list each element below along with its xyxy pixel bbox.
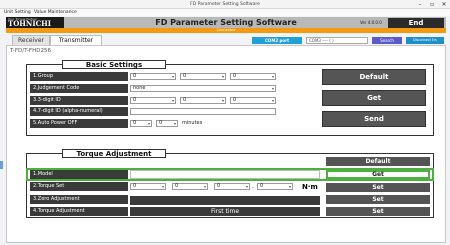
torque-adjustment-label: 4.Torque Adjustment — [30, 207, 128, 216]
version-label: Ver 4.0.0.0 — [360, 20, 382, 25]
minutes-unit: minutes — [182, 120, 203, 126]
decimal-point: . — [252, 183, 254, 190]
com-port-select[interactable]: COM3 ---- ( ) — [306, 37, 368, 44]
zero-adjustment-label: 3.Zero Adjustment — [30, 195, 128, 204]
id-select-3[interactable]: 0 — [230, 97, 276, 104]
tab-receiver[interactable]: Receiver — [12, 35, 50, 45]
get-button[interactable]: Get — [322, 90, 426, 106]
disconnect-button[interactable]: Disconnect Ers — [406, 37, 444, 44]
group-label: 1.Group — [30, 72, 128, 81]
id-select-1[interactable]: 0 — [130, 97, 176, 104]
torque-set-label: 2.Torque Set — [30, 182, 128, 191]
app-header: Your Torque Partner TOHNICHI FD Paramete… — [6, 17, 446, 28]
torque-select-1[interactable]: 0 — [130, 183, 166, 190]
default-button[interactable]: Default — [322, 69, 426, 85]
judgement-code-label: 2.Judgement Code — [30, 84, 128, 93]
window-edge-marker — [0, 161, 3, 169]
close-icon[interactable]: ✕ — [438, 0, 450, 9]
minimize-icon[interactable]: – — [414, 0, 426, 9]
zero-set-button[interactable]: Set — [326, 195, 430, 204]
three-digit-id-label: 3.3-digit ID — [30, 96, 128, 105]
group-select-1[interactable]: 0 — [130, 73, 176, 80]
torque-select-2[interactable]: 0 — [172, 183, 208, 190]
menu-value-maintenance[interactable]: Value Maintenance — [34, 9, 77, 16]
torque-select-3[interactable]: 0 — [214, 183, 250, 190]
send-button[interactable]: Send — [322, 111, 426, 127]
torque-default-button[interactable]: Default — [326, 157, 430, 166]
app-window: FD Parameter Setting Software – ▫ ✕ Unit… — [0, 0, 450, 245]
judgement-code-select[interactable]: none — [130, 85, 276, 92]
power-off-select-2[interactable]: 0 — [156, 120, 178, 127]
id-select-2[interactable]: 0 — [180, 97, 226, 104]
group-select-2[interactable]: 0 — [180, 73, 226, 80]
com-port-label: COM2 port — [252, 37, 302, 44]
title-bar: FD Parameter Setting Software – ▫ ✕ — [0, 0, 450, 9]
first-time-display: First time — [130, 207, 320, 216]
adjustment-set-button[interactable]: Set — [326, 207, 430, 216]
seven-digit-id-label: 4.7-digit ID (alpha-numeral) — [30, 107, 128, 116]
model-label: 1.Model — [30, 170, 128, 179]
group-select-3[interactable]: 0 — [230, 73, 276, 80]
model-input[interactable] — [130, 170, 320, 179]
maximize-icon[interactable]: ▫ — [426, 0, 438, 9]
search-button[interactable]: Search — [372, 37, 402, 44]
torque-adjustment-title: Torque Adjustment — [62, 149, 166, 158]
torque-set-button[interactable]: Set — [326, 183, 430, 192]
zero-adjustment-bar — [130, 196, 320, 205]
model-name: T-FD/T-FHD256 — [10, 48, 51, 54]
menu-unit-setting[interactable]: Unit Setting — [4, 9, 31, 16]
window-title: FD Parameter Setting Software — [190, 2, 260, 7]
auto-power-off-label: 5.Auto Power OFF — [30, 119, 128, 128]
power-off-select-1[interactable]: 0 — [130, 120, 152, 127]
torque-select-4[interactable]: 0 — [257, 183, 293, 190]
menu-bar: Unit Setting Value Maintenance — [0, 9, 450, 16]
torque-get-button[interactable]: Get — [326, 170, 430, 179]
end-button[interactable]: End — [388, 18, 444, 28]
basic-settings-title: Basic Settings — [62, 60, 166, 69]
seven-digit-id-input[interactable] — [130, 108, 276, 115]
torque-unit: N·m — [302, 183, 318, 191]
tab-row: Receiver Transmitter COM2 port COM3 ----… — [6, 33, 446, 45]
tab-transmitter[interactable]: Transmitter — [50, 35, 102, 45]
